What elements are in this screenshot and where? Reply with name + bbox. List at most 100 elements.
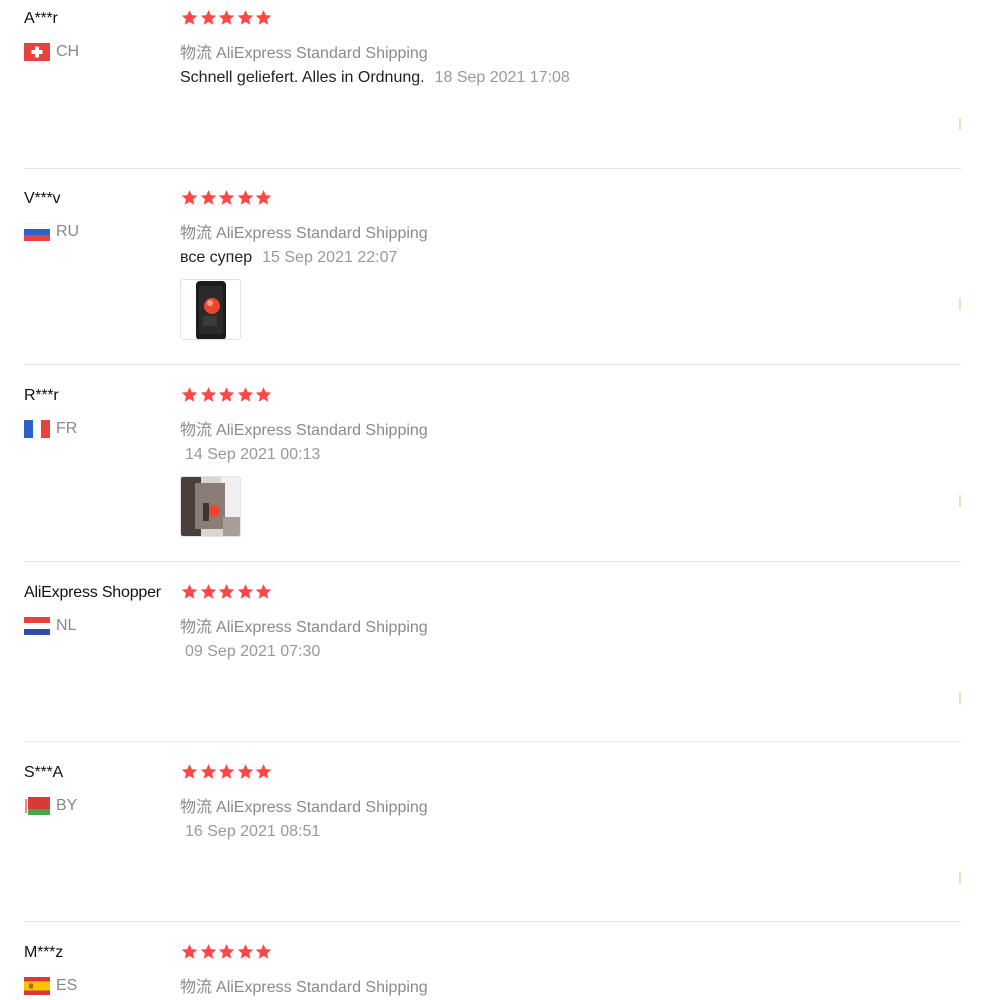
- feedback-list: A***r CH 物流 AliExpress Standard Shipping …: [0, 0, 1000, 1000]
- review-date: 15 Sep 2021 22:07: [262, 249, 398, 266]
- country-code: BY: [56, 797, 78, 814]
- review-content: 09 Sep 2021 07:30: [180, 643, 320, 661]
- review-divider: [24, 168, 961, 169]
- reviewer-name: V***v: [24, 190, 61, 207]
- spain-flag-icon: [24, 977, 50, 995]
- shipping-label: 物流: [180, 422, 213, 439]
- star-icon: [218, 763, 235, 780]
- star-icon: [200, 9, 217, 26]
- review-date: 18 Sep 2021 17:08: [434, 69, 570, 86]
- review-date: 14 Sep 2021 00:13: [185, 446, 321, 463]
- star-rating: [181, 763, 274, 780]
- side-marker: [959, 495, 961, 507]
- country-code: CH: [56, 43, 80, 60]
- country-code: RU: [56, 223, 80, 240]
- side-marker: [959, 118, 961, 130]
- shipping-label: 物流: [180, 619, 213, 636]
- shipping-label: 物流: [180, 979, 213, 996]
- star-icon: [200, 763, 217, 780]
- shipping-method: 物流 AliExpress Standard Shipping: [180, 973, 428, 997]
- switzerland-flag-icon: [24, 43, 50, 61]
- star-icon: [237, 583, 254, 600]
- star-icon: [181, 386, 198, 403]
- product-photo-thumbnail[interactable]: [180, 279, 241, 340]
- star-icon: [255, 386, 272, 403]
- reviewer-name: AliExpress Shopper: [24, 584, 161, 601]
- shipping-value: AliExpress Standard Shipping: [216, 45, 428, 62]
- star-rating: [181, 189, 274, 206]
- star-icon: [237, 9, 254, 26]
- side-marker: [959, 298, 961, 310]
- star-rating: [181, 943, 274, 960]
- star-icon: [200, 189, 217, 206]
- star-icon: [181, 583, 198, 600]
- star-icon: [200, 943, 217, 960]
- shipping-method: 物流 AliExpress Standard Shipping: [180, 39, 428, 63]
- netherlands-flag-icon: [24, 617, 50, 635]
- review-divider: [24, 561, 961, 562]
- review-divider: [24, 741, 961, 742]
- star-icon: [181, 763, 198, 780]
- star-icon: [181, 189, 198, 206]
- star-icon: [255, 763, 272, 780]
- star-icon: [237, 943, 254, 960]
- shipping-value: AliExpress Standard Shipping: [216, 225, 428, 242]
- country-code: FR: [56, 420, 78, 437]
- reviewer-country: RU: [24, 222, 79, 242]
- reviewer-country: NL: [24, 616, 76, 636]
- shipping-method: 物流 AliExpress Standard Shipping: [180, 416, 428, 440]
- review-date: 09 Sep 2021 07:30: [185, 643, 321, 660]
- country-code: NL: [56, 617, 77, 634]
- review-divider: [24, 921, 961, 922]
- star-icon: [255, 943, 272, 960]
- star-rating: [181, 583, 274, 600]
- star-icon: [218, 583, 235, 600]
- star-icon: [237, 763, 254, 780]
- review-content: 16 Sep 2021 08:51: [180, 823, 320, 841]
- star-rating: [181, 9, 274, 26]
- reviewer-country: FR: [24, 419, 77, 439]
- star-icon: [200, 583, 217, 600]
- review-content: Schnell geliefert. Alles in Ordnung. 18 S…: [180, 69, 570, 87]
- reviewer-country: ES: [24, 976, 77, 996]
- shipping-label: 物流: [180, 799, 213, 816]
- shipping-value: AliExpress Standard Shipping: [216, 619, 428, 636]
- star-icon: [255, 189, 272, 206]
- shipping-value: AliExpress Standard Shipping: [216, 979, 428, 996]
- reviewer-name: S***A: [24, 764, 64, 781]
- star-rating: [181, 386, 274, 403]
- star-icon: [218, 9, 235, 26]
- star-icon: [200, 386, 217, 403]
- side-marker: [959, 872, 961, 884]
- star-icon: [255, 583, 272, 600]
- review-text: Schnell geliefert. Alles in Ordnung.: [180, 69, 425, 86]
- reviewer-name: R***r: [24, 387, 59, 404]
- star-icon: [181, 9, 198, 26]
- reviewer-country: CH: [24, 42, 79, 62]
- country-code: ES: [56, 977, 78, 994]
- review-date: 16 Sep 2021 08:51: [185, 823, 321, 840]
- shipping-value: AliExpress Standard Shipping: [216, 799, 428, 816]
- star-icon: [255, 9, 272, 26]
- star-icon: [237, 189, 254, 206]
- review-content: все супер 15 Sep 2021 22:07: [180, 249, 397, 267]
- france-flag-icon: [24, 420, 50, 438]
- review-text: все супер: [180, 249, 253, 266]
- shipping-method: 物流 AliExpress Standard Shipping: [180, 793, 428, 817]
- shipping-method: 物流 AliExpress Standard Shipping: [180, 219, 428, 243]
- belarus-flag-icon: [24, 797, 50, 815]
- reviewer-name: A***r: [24, 10, 58, 27]
- star-icon: [218, 943, 235, 960]
- star-icon: [218, 189, 235, 206]
- star-icon: [218, 386, 235, 403]
- star-icon: [181, 943, 198, 960]
- shipping-label: 物流: [180, 225, 213, 242]
- reviewer-country: BY: [24, 796, 77, 816]
- shipping-method: 物流 AliExpress Standard Shipping: [180, 613, 428, 637]
- side-marker: [959, 692, 961, 704]
- russia-flag-icon: [24, 223, 50, 241]
- review-divider: [24, 364, 961, 365]
- reviewer-name: M***z: [24, 944, 64, 961]
- product-photo-thumbnail[interactable]: [180, 476, 241, 537]
- review-content: 14 Sep 2021 00:13: [180, 446, 320, 464]
